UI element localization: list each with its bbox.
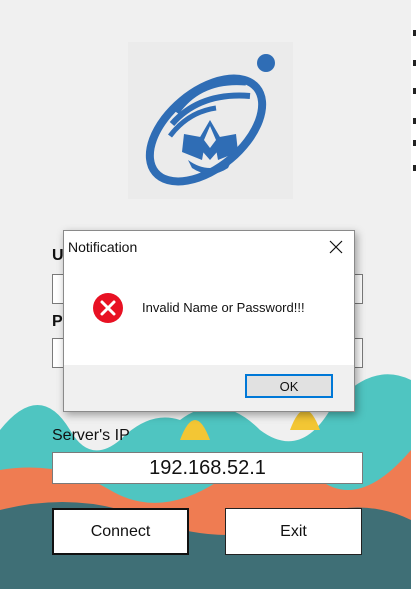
dialog-title: Notification <box>68 239 138 255</box>
dialog-message: Invalid Name or Password!!! <box>142 300 305 315</box>
background-window-edge <box>411 0 417 589</box>
username-label: U <box>52 247 64 264</box>
exit-button[interactable]: Exit <box>225 508 362 555</box>
dialog-footer: OK <box>64 365 354 411</box>
dialog-body: Invalid Name or Password!!! <box>64 263 354 365</box>
app-logo <box>128 42 293 199</box>
close-icon[interactable] <box>322 235 350 259</box>
ok-button[interactable]: OK <box>245 374 333 398</box>
notification-dialog: Notification Invalid Name or Password!!!… <box>63 230 355 412</box>
server-ip-label: Server's IP <box>52 427 130 444</box>
password-label: P <box>52 313 63 330</box>
error-icon <box>92 292 124 324</box>
server-ip-input[interactable] <box>52 452 363 484</box>
connect-button[interactable]: Connect <box>52 508 189 555</box>
